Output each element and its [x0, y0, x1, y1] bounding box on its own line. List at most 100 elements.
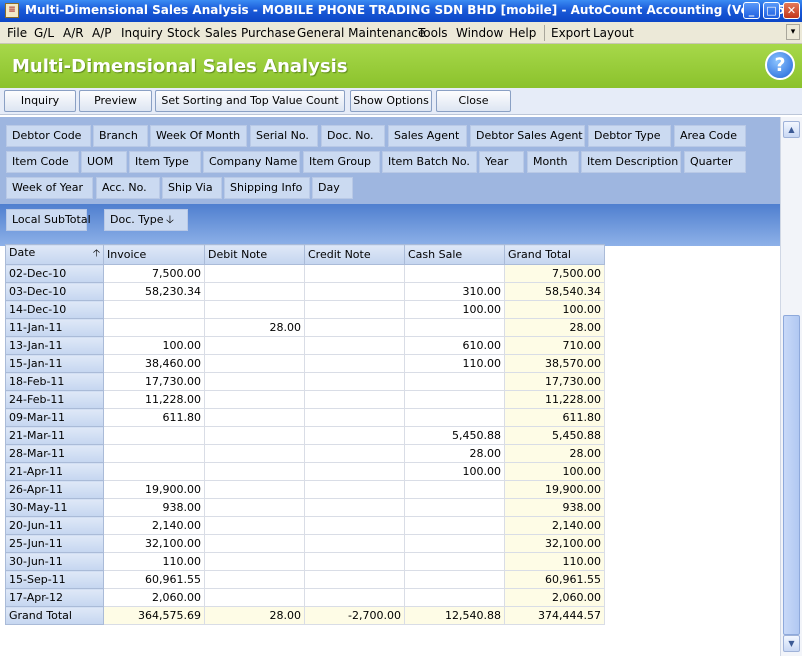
row-header-date[interactable]: 11-Jan-11 — [5, 318, 104, 337]
cell-grand-total[interactable]: 2,140.00 — [504, 516, 605, 535]
cell-invoice[interactable]: 2,060.00 — [103, 588, 205, 607]
cell-credit-note[interactable] — [304, 300, 405, 319]
row-header-date[interactable]: 02-Dec-10 — [5, 264, 104, 283]
menu-export[interactable]: Export — [551, 26, 590, 40]
cell-credit-note[interactable] — [304, 516, 405, 535]
field-item-batch-no[interactable]: Item Batch No. — [382, 151, 477, 173]
cell-grand-total[interactable]: 28.00 — [504, 318, 605, 337]
column-header-invoice[interactable]: Invoice — [103, 244, 205, 265]
row-header-date[interactable]: 28-Mar-11 — [5, 444, 104, 463]
cell-credit-note[interactable] — [304, 462, 405, 481]
row-header-date[interactable]: 21-Mar-11 — [5, 426, 104, 445]
field-item-type[interactable]: Item Type — [129, 151, 201, 173]
column-header-debit-note[interactable]: Debit Note — [204, 244, 305, 265]
cell-cash-sale[interactable] — [404, 318, 505, 337]
cell-cash-sale[interactable]: 110.00 — [404, 354, 505, 373]
cell-credit-note[interactable] — [304, 372, 405, 391]
cell-cash-sale[interactable] — [404, 498, 505, 517]
cell-cash-sale[interactable] — [404, 588, 505, 607]
cell-debit-note[interactable] — [204, 300, 305, 319]
field-quarter[interactable]: Quarter — [684, 151, 746, 173]
cell-credit-note[interactable] — [304, 318, 405, 337]
field-item-description[interactable]: Item Description — [581, 151, 681, 173]
cell-cash-sale[interactable] — [404, 534, 505, 553]
row-header-date[interactable]: 17-Apr-12 — [5, 588, 104, 607]
cell-credit-note[interactable] — [304, 480, 405, 499]
row-header-grand-total[interactable]: Grand Total — [5, 606, 104, 625]
field-month[interactable]: Month — [527, 151, 579, 173]
cell-grand-total[interactable]: 32,100.00 — [504, 534, 605, 553]
minimize-button[interactable]: _ — [743, 2, 760, 19]
row-header-date[interactable]: 03-Dec-10 — [5, 282, 104, 301]
cell-invoice[interactable]: 11,228.00 — [103, 390, 205, 409]
cell-cash-sale[interactable] — [404, 570, 505, 589]
cell-cash-sale[interactable] — [404, 372, 505, 391]
row-header-date[interactable]: 21-Apr-11 — [5, 462, 104, 481]
cell-grand-total[interactable]: 38,570.00 — [504, 354, 605, 373]
cell-grand-total[interactable]: 710.00 — [504, 336, 605, 355]
cell-grand-total[interactable]: 28.00 — [504, 444, 605, 463]
cell-grand-total[interactable]: 19,900.00 — [504, 480, 605, 499]
field-uom[interactable]: UOM — [81, 151, 127, 173]
cell-invoice[interactable]: 7,500.00 — [103, 264, 205, 283]
cell-cash-sale[interactable]: 28.00 — [404, 444, 505, 463]
cell-grand-total[interactable]: 2,060.00 — [504, 588, 605, 607]
grand-cell-credit-note[interactable]: -2,700.00 — [304, 606, 405, 625]
menu-stock[interactable]: Stock — [167, 26, 200, 40]
vertical-scrollbar[interactable]: ▲ ▼ — [780, 117, 802, 656]
cell-cash-sale[interactable]: 5,450.88 — [404, 426, 505, 445]
cell-invoice[interactable] — [103, 462, 205, 481]
menu-help[interactable]: Help — [509, 26, 536, 40]
cell-debit-note[interactable] — [204, 516, 305, 535]
cell-debit-note[interactable] — [204, 462, 305, 481]
cell-grand-total[interactable]: 100.00 — [504, 300, 605, 319]
cell-debit-note[interactable] — [204, 426, 305, 445]
field-year[interactable]: Year — [479, 151, 524, 173]
preview-button[interactable]: Preview — [79, 90, 152, 112]
menu-window[interactable]: Window — [456, 26, 503, 40]
cell-grand-total[interactable]: 611.80 — [504, 408, 605, 427]
row-header-date[interactable]: 15-Jan-11 — [5, 354, 104, 373]
cell-debit-note[interactable] — [204, 570, 305, 589]
cell-grand-total[interactable]: 58,540.34 — [504, 282, 605, 301]
field-acc-no[interactable]: Acc. No. — [96, 177, 160, 199]
maximize-button[interactable]: □ — [763, 2, 780, 19]
cell-grand-total[interactable]: 100.00 — [504, 462, 605, 481]
cell-invoice[interactable]: 19,900.00 — [103, 480, 205, 499]
row-header-date[interactable]: 20-Jun-11 — [5, 516, 104, 535]
cell-credit-note[interactable] — [304, 588, 405, 607]
cell-invoice[interactable]: 110.00 — [103, 552, 205, 571]
cell-cash-sale[interactable]: 100.00 — [404, 462, 505, 481]
row-header-date[interactable]: 26-Apr-11 — [5, 480, 104, 499]
close-window-button[interactable]: ✕ — [783, 2, 800, 19]
cell-debit-note[interactable] — [204, 444, 305, 463]
field-debtor-type[interactable]: Debtor Type — [588, 125, 671, 147]
column-header-credit-note[interactable]: Credit Note — [304, 244, 405, 265]
cell-invoice[interactable]: 100.00 — [103, 336, 205, 355]
row-header-date[interactable]: 25-Jun-11 — [5, 534, 104, 553]
cell-invoice[interactable]: 32,100.00 — [103, 534, 205, 553]
cell-invoice[interactable] — [103, 300, 205, 319]
cell-credit-note[interactable] — [304, 354, 405, 373]
row-header-date[interactable]: 18-Feb-11 — [5, 372, 104, 391]
cell-debit-note[interactable] — [204, 588, 305, 607]
show-options-button[interactable]: Show Options — [350, 90, 432, 112]
menu-general-maintenance[interactable]: General Maintenance — [297, 26, 425, 40]
row-header-date[interactable]: 15-Sep-11 — [5, 570, 104, 589]
row-header-date[interactable]: 13-Jan-11 — [5, 336, 104, 355]
cell-grand-total[interactable]: 110.00 — [504, 552, 605, 571]
cell-credit-note[interactable] — [304, 264, 405, 283]
cell-credit-note[interactable] — [304, 444, 405, 463]
cell-invoice[interactable]: 611.80 — [103, 408, 205, 427]
row-header-date[interactable]: 30-Jun-11 — [5, 552, 104, 571]
scroll-down-icon[interactable]: ▼ — [783, 635, 800, 652]
close-button[interactable]: Close — [436, 90, 511, 112]
cell-credit-note[interactable] — [304, 498, 405, 517]
row-header-date[interactable]: 14-Dec-10 — [5, 300, 104, 319]
field-debtor-code[interactable]: Debtor Code — [6, 125, 91, 147]
field-doc-type[interactable]: Doc. Type 🡣 — [104, 209, 188, 231]
field-area-code[interactable]: Area Code — [674, 125, 746, 147]
menu-inquiry[interactable]: Inquiry — [121, 26, 163, 40]
cell-debit-note[interactable] — [204, 264, 305, 283]
field-branch[interactable]: Branch — [93, 125, 148, 147]
